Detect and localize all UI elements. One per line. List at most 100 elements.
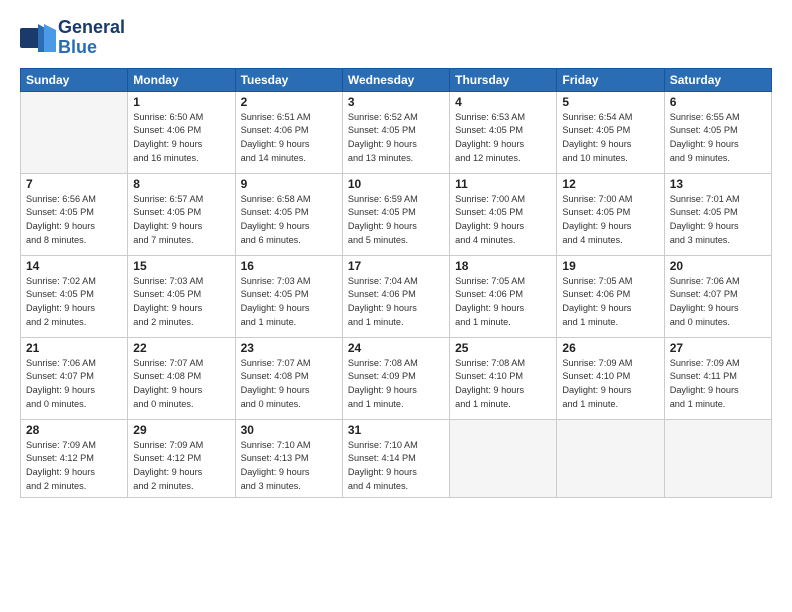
logo-text-line1: General bbox=[58, 18, 125, 38]
day-info: Sunrise: 7:00 AMSunset: 4:05 PMDaylight:… bbox=[562, 193, 658, 248]
calendar-cell: 9 Sunrise: 6:58 AMSunset: 4:05 PMDaylight… bbox=[235, 173, 342, 255]
calendar-cell bbox=[664, 419, 771, 497]
day-info: Sunrise: 7:00 AMSunset: 4:05 PMDaylight:… bbox=[455, 193, 551, 248]
calendar-cell bbox=[21, 91, 128, 173]
day-number: 18 bbox=[455, 259, 551, 273]
day-number: 22 bbox=[133, 341, 229, 355]
day-number: 6 bbox=[670, 95, 766, 109]
logo-icon bbox=[20, 24, 56, 52]
calendar-cell: 3Sunrise: 6:52 AMSunset: 4:05 PMDaylight… bbox=[342, 91, 449, 173]
calendar-cell: 8 Sunrise: 6:57 AMSunset: 4:05 PMDaylight… bbox=[128, 173, 235, 255]
day-info: Sunrise: 6:59 AMSunset: 4:05 PMDaylight:… bbox=[348, 193, 444, 248]
day-info: Sunrise: 7:01 AMSunset: 4:05 PMDaylight:… bbox=[670, 193, 766, 248]
calendar-cell: 26Sunrise: 7:09 AMSunset: 4:10 PMDayligh… bbox=[557, 337, 664, 419]
calendar-cell: 6 Sunrise: 6:55 AMSunset: 4:05 PMDaylight… bbox=[664, 91, 771, 173]
day-number: 31 bbox=[348, 423, 444, 437]
day-info: Sunrise: 7:08 AMSunset: 4:09 PMDaylight:… bbox=[348, 357, 444, 412]
day-number: 5 bbox=[562, 95, 658, 109]
day-info: Sunrise: 7:08 AMSunset: 4:10 PMDaylight:… bbox=[455, 357, 551, 412]
day-info: Sunrise: 7:09 AMSunset: 4:10 PMDaylight:… bbox=[562, 357, 658, 412]
day-number: 23 bbox=[241, 341, 337, 355]
day-info: Sunrise: 6:52 AMSunset: 4:05 PMDaylight:… bbox=[348, 111, 444, 166]
calendar-cell: 14 Sunrise: 7:02 AMSunset: 4:05 PMDayligh… bbox=[21, 255, 128, 337]
logo-text-line2: Blue bbox=[58, 38, 125, 58]
day-info: Sunrise: 7:09 AMSunset: 4:11 PMDaylight:… bbox=[670, 357, 766, 412]
day-info: Sunrise: 7:10 AMSunset: 4:13 PMDaylight:… bbox=[241, 439, 337, 494]
calendar-cell: 11 Sunrise: 7:00 AMSunset: 4:05 PMDayligh… bbox=[450, 173, 557, 255]
day-number: 25 bbox=[455, 341, 551, 355]
calendar-cell: 18 Sunrise: 7:05 AMSunset: 4:06 PMDayligh… bbox=[450, 255, 557, 337]
calendar-cell: 21 Sunrise: 7:06 AMSunset: 4:07 PMDayligh… bbox=[21, 337, 128, 419]
day-info: Sunrise: 7:09 AMSunset: 4:12 PMDaylight:… bbox=[26, 439, 122, 494]
calendar-cell: 24 Sunrise: 7:08 AMSunset: 4:09 PMDayligh… bbox=[342, 337, 449, 419]
day-info: Sunrise: 7:06 AMSunset: 4:07 PMDaylight:… bbox=[670, 275, 766, 330]
day-info: Sunrise: 6:55 AMSunset: 4:05 PMDaylight:… bbox=[670, 111, 766, 166]
calendar-cell: 12 Sunrise: 7:00 AMSunset: 4:05 PMDayligh… bbox=[557, 173, 664, 255]
calendar-cell: 25 Sunrise: 7:08 AMSunset: 4:10 PMDayligh… bbox=[450, 337, 557, 419]
day-info: Sunrise: 7:04 AMSunset: 4:06 PMDaylight:… bbox=[348, 275, 444, 330]
day-info: Sunrise: 7:10 AMSunset: 4:14 PMDaylight:… bbox=[348, 439, 444, 494]
calendar-cell: 19 Sunrise: 7:05 AMSunset: 4:06 PMDayligh… bbox=[557, 255, 664, 337]
day-number: 14 bbox=[26, 259, 122, 273]
calendar-cell: 29Sunrise: 7:09 AMSunset: 4:12 PMDayligh… bbox=[128, 419, 235, 497]
calendar-cell: 31 Sunrise: 7:10 AMSunset: 4:14 PMDayligh… bbox=[342, 419, 449, 497]
calendar-cell: 27 Sunrise: 7:09 AMSunset: 4:11 PMDayligh… bbox=[664, 337, 771, 419]
day-info: Sunrise: 6:50 AMSunset: 4:06 PMDaylight:… bbox=[133, 111, 229, 166]
day-info: Sunrise: 6:56 AMSunset: 4:05 PMDaylight:… bbox=[26, 193, 122, 248]
day-info: Sunrise: 7:05 AMSunset: 4:06 PMDaylight:… bbox=[562, 275, 658, 330]
calendar-cell: 15 Sunrise: 7:03 AMSunset: 4:05 PMDayligh… bbox=[128, 255, 235, 337]
day-number: 12 bbox=[562, 177, 658, 191]
day-number: 15 bbox=[133, 259, 229, 273]
calendar-cell: 23Sunrise: 7:07 AMSunset: 4:08 PMDayligh… bbox=[235, 337, 342, 419]
weekday-header: Saturday bbox=[664, 68, 771, 91]
calendar-cell: 20 Sunrise: 7:06 AMSunset: 4:07 PMDayligh… bbox=[664, 255, 771, 337]
day-number: 8 bbox=[133, 177, 229, 191]
day-info: Sunrise: 6:53 AMSunset: 4:05 PMDaylight:… bbox=[455, 111, 551, 166]
calendar-cell bbox=[450, 419, 557, 497]
day-info: Sunrise: 6:51 AMSunset: 4:06 PMDaylight:… bbox=[241, 111, 337, 166]
day-number: 17 bbox=[348, 259, 444, 273]
day-number: 20 bbox=[670, 259, 766, 273]
weekday-header: Monday bbox=[128, 68, 235, 91]
calendar-cell: 16 Sunrise: 7:03 AMSunset: 4:05 PMDayligh… bbox=[235, 255, 342, 337]
calendar-cell: 17 Sunrise: 7:04 AMSunset: 4:06 PMDayligh… bbox=[342, 255, 449, 337]
day-number: 11 bbox=[455, 177, 551, 191]
weekday-header: Sunday bbox=[21, 68, 128, 91]
calendar-cell: 5 Sunrise: 6:54 AMSunset: 4:05 PMDaylight… bbox=[557, 91, 664, 173]
calendar-cell: 2Sunrise: 6:51 AMSunset: 4:06 PMDaylight… bbox=[235, 91, 342, 173]
weekday-header: Wednesday bbox=[342, 68, 449, 91]
day-info: Sunrise: 7:09 AMSunset: 4:12 PMDaylight:… bbox=[133, 439, 229, 494]
day-number: 24 bbox=[348, 341, 444, 355]
calendar-cell: 4 Sunrise: 6:53 AMSunset: 4:05 PMDaylight… bbox=[450, 91, 557, 173]
page: General Blue SundayMondayTuesdayWednesda… bbox=[0, 0, 792, 612]
calendar-cell: 10 Sunrise: 6:59 AMSunset: 4:05 PMDayligh… bbox=[342, 173, 449, 255]
logo: General Blue bbox=[20, 18, 125, 58]
day-info: Sunrise: 6:58 AMSunset: 4:05 PMDaylight:… bbox=[241, 193, 337, 248]
header: General Blue bbox=[20, 18, 772, 58]
day-number: 19 bbox=[562, 259, 658, 273]
weekday-header: Friday bbox=[557, 68, 664, 91]
calendar-cell: 30Sunrise: 7:10 AMSunset: 4:13 PMDayligh… bbox=[235, 419, 342, 497]
calendar-cell: 13 Sunrise: 7:01 AMSunset: 4:05 PMDayligh… bbox=[664, 173, 771, 255]
day-info: Sunrise: 7:03 AMSunset: 4:05 PMDaylight:… bbox=[133, 275, 229, 330]
day-number: 21 bbox=[26, 341, 122, 355]
day-info: Sunrise: 7:05 AMSunset: 4:06 PMDaylight:… bbox=[455, 275, 551, 330]
day-number: 4 bbox=[455, 95, 551, 109]
weekday-header: Thursday bbox=[450, 68, 557, 91]
day-info: Sunrise: 7:07 AMSunset: 4:08 PMDaylight:… bbox=[133, 357, 229, 412]
day-info: Sunrise: 7:02 AMSunset: 4:05 PMDaylight:… bbox=[26, 275, 122, 330]
day-number: 16 bbox=[241, 259, 337, 273]
calendar-cell: 22 Sunrise: 7:07 AMSunset: 4:08 PMDayligh… bbox=[128, 337, 235, 419]
day-number: 7 bbox=[26, 177, 122, 191]
day-number: 13 bbox=[670, 177, 766, 191]
day-number: 9 bbox=[241, 177, 337, 191]
day-number: 27 bbox=[670, 341, 766, 355]
calendar-header-row: SundayMondayTuesdayWednesdayThursdayFrid… bbox=[21, 68, 772, 91]
day-number: 28 bbox=[26, 423, 122, 437]
calendar-cell bbox=[557, 419, 664, 497]
day-info: Sunrise: 7:06 AMSunset: 4:07 PMDaylight:… bbox=[26, 357, 122, 412]
day-number: 10 bbox=[348, 177, 444, 191]
day-info: Sunrise: 6:57 AMSunset: 4:05 PMDaylight:… bbox=[133, 193, 229, 248]
day-info: Sunrise: 7:03 AMSunset: 4:05 PMDaylight:… bbox=[241, 275, 337, 330]
day-info: Sunrise: 6:54 AMSunset: 4:05 PMDaylight:… bbox=[562, 111, 658, 166]
